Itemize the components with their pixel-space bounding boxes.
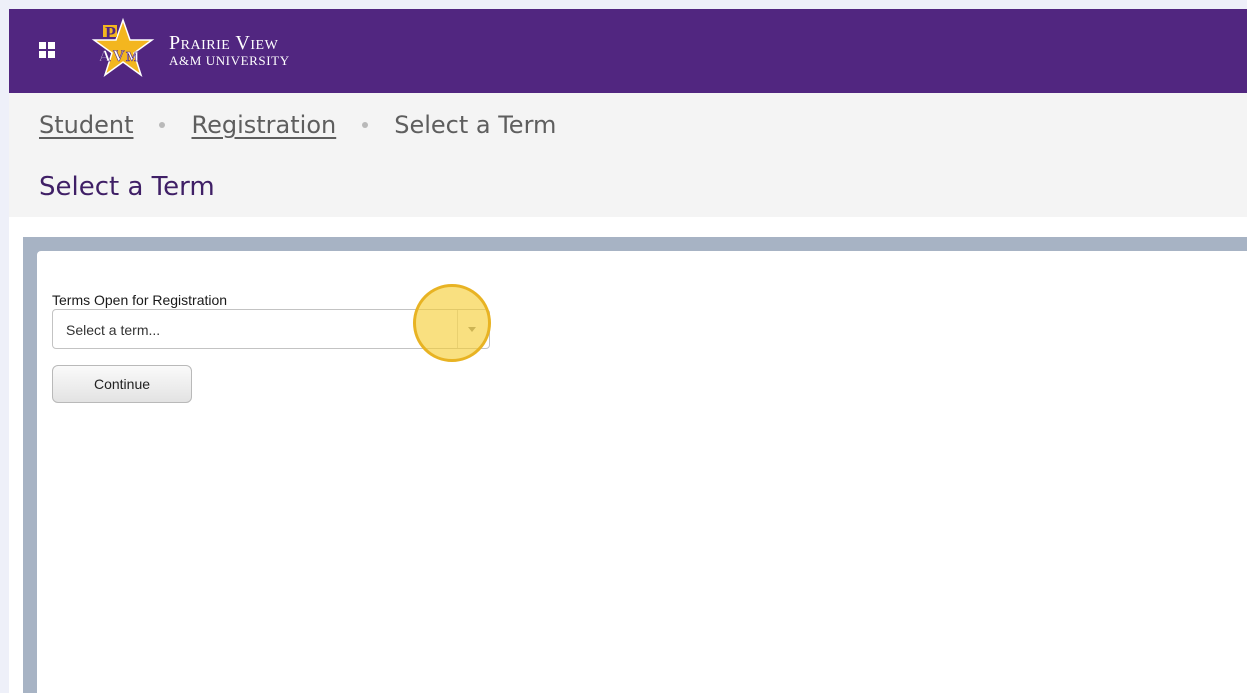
grid-menu-icon[interactable] — [39, 42, 55, 58]
chevron-down-icon[interactable] — [468, 327, 476, 332]
breadcrumb-current: Select a Term — [394, 111, 557, 139]
select-divider — [457, 310, 458, 348]
term-select[interactable]: Select a term... — [52, 309, 490, 349]
university-logo[interactable]: P A V M Prairie View A&M University — [89, 13, 290, 87]
terms-label: Terms Open for Registration — [52, 292, 228, 308]
top-bar: P A V M Prairie View A&M University — [9, 9, 1247, 93]
breadcrumb-area: Student Registration Select a Term Selec… — [9, 93, 1247, 217]
term-select-value: Select a term... — [66, 322, 161, 338]
svg-text:P: P — [105, 23, 116, 43]
continue-button[interactable]: Continue — [52, 365, 192, 403]
breadcrumb-registration-link[interactable]: Registration — [191, 111, 336, 139]
svg-text:V: V — [113, 48, 125, 65]
breadcrumb-separator — [362, 122, 369, 128]
page-title: Select a Term — [39, 172, 215, 202]
breadcrumb: Student Registration Select a Term — [39, 111, 556, 139]
logo-wordmark: Prairie View A&M University — [169, 33, 290, 67]
app-window: P A V M Prairie View A&M University Stud… — [9, 9, 1247, 693]
breadcrumb-student-link[interactable]: Student — [39, 111, 133, 139]
svg-text:A: A — [99, 48, 111, 65]
term-selection-panel: Terms Open for Registration Select a ter… — [37, 251, 1247, 693]
pvamu-crest-icon: P A V M — [91, 17, 155, 77]
svg-text:M: M — [126, 50, 139, 65]
logo-line1: Prairie View — [169, 32, 279, 54]
logo-line2: A&M University — [169, 53, 290, 68]
breadcrumb-separator — [159, 122, 166, 128]
